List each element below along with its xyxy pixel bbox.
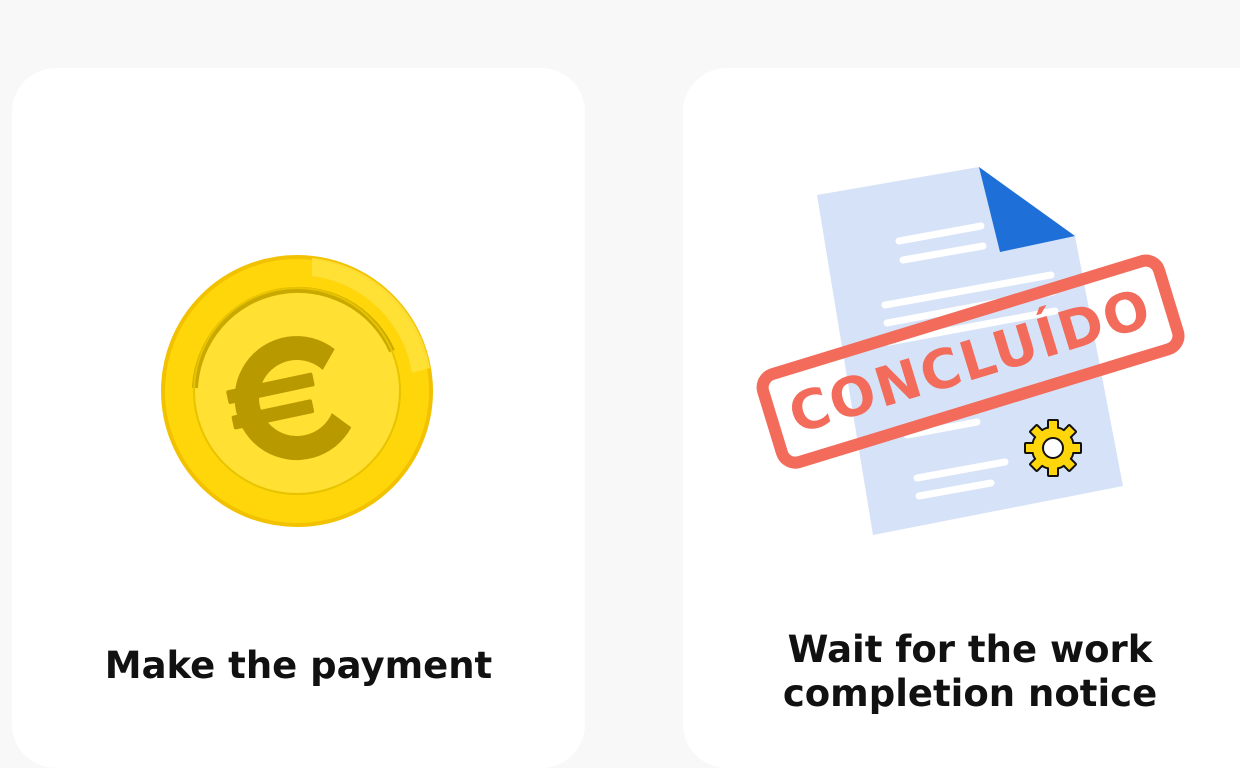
step-card-payment: Make the payment	[12, 68, 585, 768]
step-title-completion: Wait for the work completion notice	[683, 628, 1240, 716]
euro-coin-icon	[161, 255, 433, 527]
completed-document-icon: CONCLUÍDO	[756, 167, 1185, 535]
step-title-payment: Make the payment	[104, 644, 493, 687]
step-title-line-1: Wait for the work	[787, 628, 1153, 671]
step-title-line-2: completion notice	[782, 672, 1158, 715]
step-card-completion: CONCLUÍDO Wait for the work completion n…	[683, 68, 1240, 768]
